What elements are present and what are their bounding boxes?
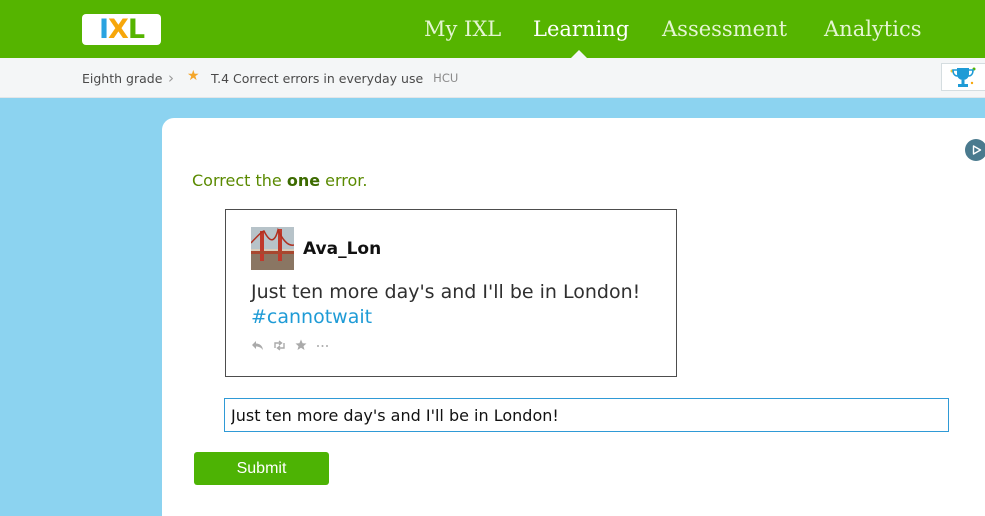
play-audio-button[interactable] (965, 139, 985, 161)
more-icon (317, 344, 328, 347)
nav-assessment[interactable]: Assessment (662, 0, 787, 58)
tweet-username: Ava_Lon (303, 239, 382, 259)
star-icon: ★ (187, 68, 200, 84)
logo-letter-l: L (127, 14, 145, 45)
chevron-right-icon: › (168, 69, 174, 87)
avatar (251, 227, 294, 270)
tweet-body: Just ten more day's and I'll be in Londo… (251, 281, 641, 303)
play-icon (972, 145, 982, 155)
breadcrumb: Eighth grade › ★ T.4 Correct errors in e… (0, 58, 985, 98)
active-nav-indicator (571, 50, 587, 58)
reply-icon (252, 340, 263, 350)
instruction-suffix: error. (320, 171, 368, 190)
tweet-hashtag: #cannotwait (251, 306, 373, 328)
breadcrumb-grade[interactable]: Eighth grade (82, 58, 162, 98)
retweet-icon (274, 339, 285, 351)
logo-letter-i: I (98, 14, 109, 45)
tweet-actions (251, 339, 329, 351)
tweet-card: Ava_Lon Just ten more day's and I'll be … (225, 209, 677, 377)
skill-title: T.4 Correct errors in everyday use (211, 70, 424, 86)
instruction-emphasis: one (286, 171, 321, 190)
awards-button[interactable] (941, 63, 985, 91)
breadcrumb-skill: T.4 Correct errors in everyday use HCU (211, 58, 458, 98)
logo-letter-x: X (108, 14, 129, 45)
answer-input[interactable] (224, 398, 949, 432)
question-instruction: Correct the one error. (192, 171, 368, 190)
nav-analytics[interactable]: Analytics (824, 0, 921, 58)
instruction-prefix: Correct the (192, 171, 287, 190)
submit-button[interactable]: Submit (194, 452, 329, 485)
nav-my-ixl[interactable]: My IXL (424, 0, 501, 58)
skill-code: HCU (433, 71, 459, 85)
favorite-icon (295, 339, 307, 350)
ixl-logo[interactable]: IXL (82, 14, 161, 45)
top-nav-bar: IXL My IXL Learning Assessment Analytics (0, 0, 985, 58)
trophy-icon (950, 67, 976, 87)
tweet-text: Just ten more day's and I'll be in Londo… (251, 280, 661, 330)
